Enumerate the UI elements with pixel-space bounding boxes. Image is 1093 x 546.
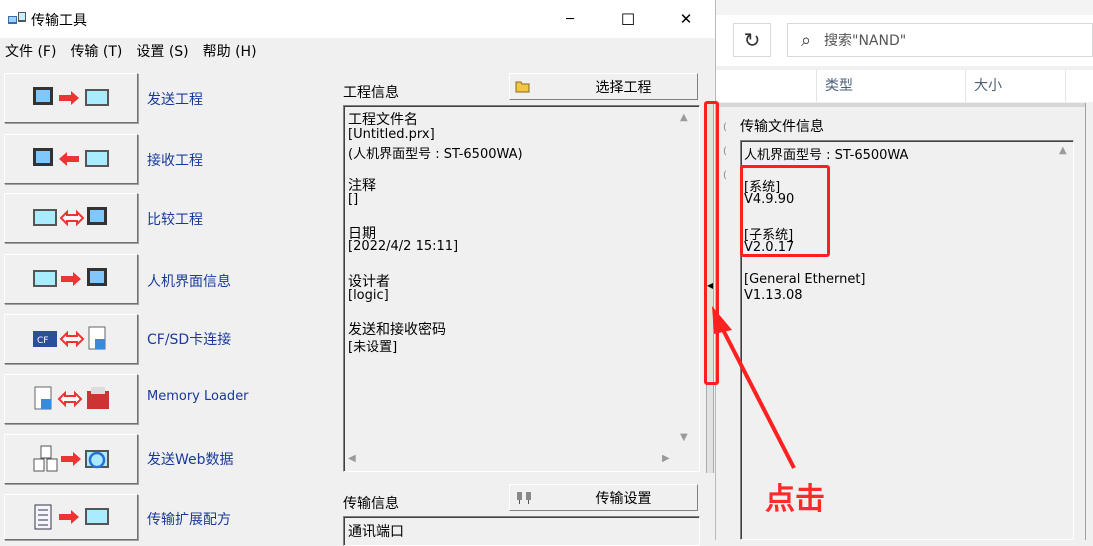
memory-loader-label: Memory Loader — [147, 389, 249, 404]
annotation-arrow-icon — [712, 306, 796, 469]
column-header-tail — [1066, 70, 1093, 102]
project-info-label: 工程信息 — [343, 85, 399, 101]
maximize-button[interactable]: ☐ — [599, 0, 657, 38]
receive-project-label: 接收工程 — [147, 153, 203, 169]
menu-file[interactable]: 文件 (F) — [5, 40, 56, 64]
compare-project-label: 比较工程 — [147, 212, 203, 228]
menu-help[interactable]: 帮助 (H) — [203, 40, 257, 64]
scroll-up-icon[interactable]: ▲ — [1059, 145, 1067, 156]
file-info-top-strip — [716, 103, 1086, 107]
send-web-data-button[interactable] — [4, 434, 138, 484]
transfer-recipe-icon — [34, 504, 109, 530]
compare-project-icon — [33, 207, 107, 227]
transfer-recipe-label: 传输扩展配方 — [147, 512, 231, 528]
annotation-click-text: 点击 — [765, 482, 825, 517]
maximize-icon: ☐ — [620, 9, 636, 29]
hmi-info-label: 人机界面信息 — [147, 274, 231, 290]
cf-sd-card-icon: CF — [33, 326, 106, 350]
file-info-line: [General Ethernet] — [744, 272, 866, 287]
menu-bar: 文件 (F) 传输 (T) 设置 (S) 帮助 (H) — [0, 40, 720, 64]
file-info-right-edge — [1085, 103, 1086, 540]
file-info-line: 人机界面型号 : ST-6500WA — [744, 148, 909, 163]
send-project-button[interactable] — [4, 73, 138, 123]
app-icon — [8, 12, 26, 24]
scroll-left-icon[interactable]: ◀ — [348, 453, 356, 464]
project-info-line: 工程文件名 — [348, 112, 418, 128]
refresh-icon: ↻ — [743, 28, 761, 52]
project-info-line: [未设置] — [348, 340, 398, 355]
column-header-blank — [716, 70, 816, 102]
search-input[interactable]: ⌕ 搜索"NAND" — [787, 23, 1093, 57]
menu-transfer[interactable]: 传输 (T) — [70, 40, 122, 64]
close-button[interactable]: ✕ — [657, 0, 715, 38]
cf-sd-card-button[interactable]: CF — [4, 314, 138, 364]
hmi-info-icon — [33, 268, 107, 287]
send-project-label: 发送工程 — [147, 92, 203, 108]
transfer-info-line: 通讯端口 — [348, 524, 404, 540]
select-project-button[interactable]: 选择工程 — [509, 73, 698, 100]
column-header-type[interactable]: 类型 — [816, 70, 966, 102]
receive-project-button[interactable] — [4, 134, 138, 184]
search-placeholder: 搜索"NAND" — [824, 33, 907, 49]
project-info-panel[interactable]: ▲ ▼ ◀ ▶ 工程文件名 [Untitled.prx] (人机界面型号 : S… — [343, 105, 700, 472]
scroll-right-icon[interactable]: ▶ — [662, 453, 670, 464]
transfer-settings-label: 传输设置 — [595, 490, 652, 507]
project-info-line: [logic] — [348, 288, 389, 303]
annotation-box-versions — [740, 165, 830, 257]
menu-settings[interactable]: 设置 (S) — [136, 40, 188, 64]
transfer-recipe-button[interactable] — [4, 494, 138, 540]
title-bar[interactable]: 传输工具 ─ ☐ ✕ — [0, 0, 715, 38]
search-icon: ⌕ — [800, 29, 812, 51]
project-info-line: (人机界面型号 : ST-6500WA) — [348, 147, 523, 162]
refresh-button[interactable]: ↻ — [733, 23, 771, 57]
receive-project-icon — [33, 148, 109, 167]
transfer-settings-button[interactable]: 传输设置 — [509, 484, 698, 511]
minimize-button[interactable]: ─ — [541, 0, 599, 38]
transfer-tool-window: 传输工具 ─ ☐ ✕ 文件 (F) 传输 (T) 设置 (S) 帮助 (H) 发… — [0, 0, 716, 546]
close-icon: ✕ — [679, 10, 693, 28]
transfer-info-panel[interactable]: 通讯端口 — [343, 516, 700, 546]
partial-radio-column: ((( — [723, 122, 727, 181]
file-info-label: 传输文件信息 — [740, 119, 824, 135]
svg-text:CF: CF — [37, 336, 48, 346]
project-info-line: [Untitled.prx] — [348, 127, 435, 142]
send-web-data-label: 发送Web数据 — [147, 452, 234, 468]
scroll-down-icon[interactable]: ▼ — [680, 432, 688, 443]
hmi-info-button[interactable] — [4, 254, 138, 304]
column-header-size[interactable]: 大小 — [966, 70, 1066, 102]
minimize-icon: ─ — [566, 11, 574, 27]
select-project-label: 选择工程 — [595, 79, 652, 96]
send-project-icon — [33, 87, 109, 106]
project-info-line: [2022/4/2 15:11] — [348, 239, 459, 254]
transfer-info-label: 传输信息 — [343, 496, 399, 512]
project-info-line: [] — [348, 192, 359, 207]
scroll-up-icon[interactable]: ▲ — [680, 112, 688, 123]
window-title: 传输工具 — [31, 13, 87, 29]
memory-loader-icon — [34, 386, 109, 410]
explorer-top-strip — [716, 0, 1093, 15]
send-web-data-icon — [33, 445, 109, 472]
cf-sd-card-label: CF/SD卡连接 — [147, 332, 232, 348]
compare-project-button[interactable] — [4, 193, 138, 243]
memory-loader-button[interactable] — [4, 374, 138, 424]
